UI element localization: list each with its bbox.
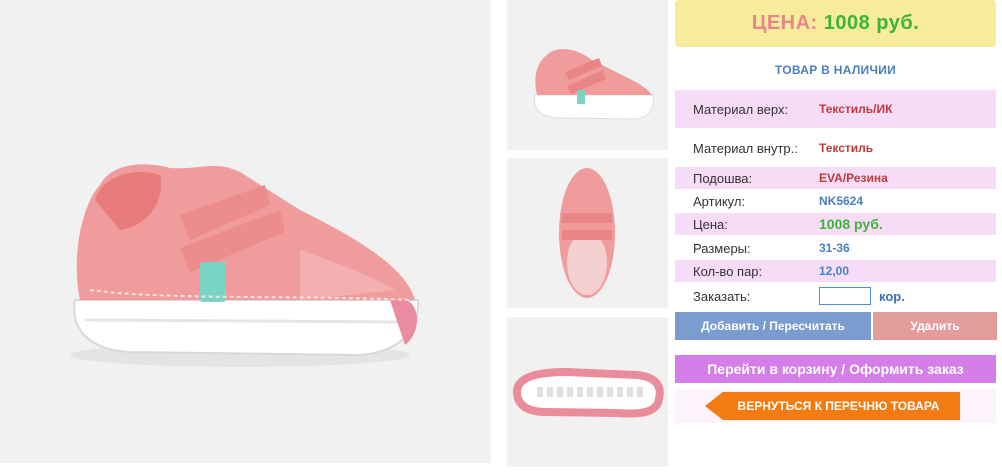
spec-value: EVA/Резина: [819, 171, 888, 185]
stock-status: ТОВАР В НАЛИЧИИ: [774, 63, 897, 77]
spec-value: Текстиль: [819, 141, 874, 155]
spec-label: Кол-во пар:: [693, 263, 763, 279]
spec-value: NK5624: [819, 194, 864, 208]
spec-label: Материал верх:: [693, 101, 789, 117]
product-thumbnail-1[interactable]: [507, 0, 668, 150]
spec-row-sole: Подошва: EVA/Резина: [675, 167, 996, 189]
back-button-area: ВЕРНУТЬСЯ К ПЕРЕЧНЮ ТОВАРА: [675, 389, 996, 423]
spec-value: Текстиль/ИК: [819, 102, 893, 116]
spec-row-article: Артикул: NK5624: [675, 190, 996, 212]
price-banner-value: 1008 руб.: [823, 12, 920, 34]
spec-label: Артикул:: [693, 193, 746, 209]
price-banner-label: ЦЕНА:: [751, 12, 818, 34]
spec-label: Цена:: [693, 216, 728, 232]
delete-button[interactable]: Удалить: [873, 312, 997, 340]
price-banner: ЦЕНА: 1008 руб.: [675, 0, 996, 47]
order-quantity-input[interactable]: [819, 287, 871, 305]
order-row: Заказать: кор.: [675, 284, 996, 308]
order-unit: кор.: [879, 288, 905, 304]
spec-row-material-top: Материал верх: Текстиль/ИК: [675, 90, 996, 128]
spec-label: Подошва:: [693, 170, 753, 186]
spec-row-price: Цена: 1008 руб.: [675, 213, 996, 235]
go-to-cart-button[interactable]: Перейти в корзину / Оформить заказ: [675, 355, 996, 383]
product-main-image[interactable]: [0, 0, 491, 463]
order-label: Заказать:: [693, 288, 751, 304]
add-recalculate-button[interactable]: Добавить / Пересчитать: [675, 312, 871, 340]
spec-value: 1008 руб.: [819, 216, 883, 232]
spec-value: 31-36: [819, 241, 850, 255]
product-thumbnail-3[interactable]: [507, 317, 668, 467]
spec-row-material-inner: Материал внутр.: Текстиль: [675, 130, 996, 166]
back-to-list-button[interactable]: ВЕРНУТЬСЯ К ПЕРЕЧНЮ ТОВАРА: [705, 392, 960, 420]
spec-label: Размеры:: [693, 240, 751, 256]
product-thumbnail-2[interactable]: [507, 158, 668, 308]
spec-row-sizes: Размеры: 31-36: [675, 237, 996, 259]
spec-row-pairs: Кол-во пар: 12,00: [675, 260, 996, 282]
spec-label: Материал внутр.:: [693, 140, 798, 156]
spec-value: 12,00: [819, 264, 850, 278]
